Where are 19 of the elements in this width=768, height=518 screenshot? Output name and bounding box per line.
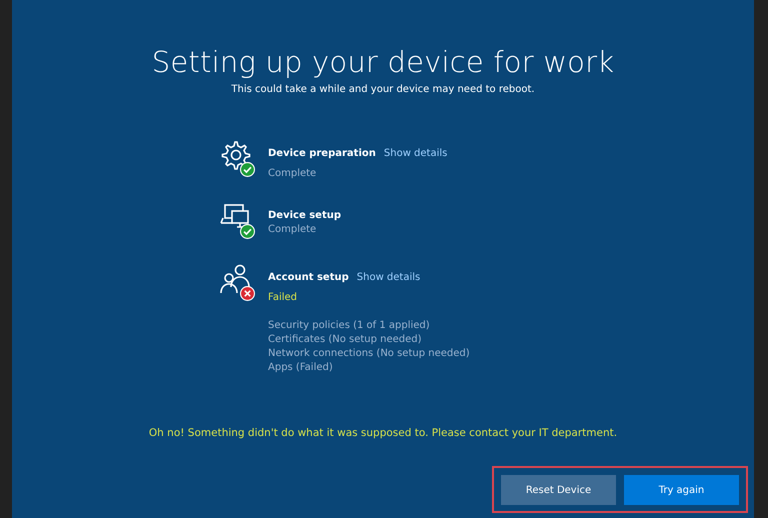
detail-item: Certificates (No setup needed) [268,333,423,347]
reset-button[interactable]: Reset Device [501,475,616,505]
show-details-link[interactable]: Show details [384,147,448,161]
people-icon [220,263,252,295]
show-details-link[interactable]: Show details [356,271,420,285]
detail-item: Security policies (1 of 1 applied) [268,319,431,333]
step-title: Device setup [268,209,342,223]
error-message: Oh no! Something didn't do what it was supposed to. Please contact your IT department. [148,427,618,439]
step-status: Failed [268,291,298,305]
step-status: Complete [268,223,318,237]
step-status: Complete [268,167,318,181]
gear-icon [220,139,252,171]
subtitle: This could take a while and your device may need to reboot. [231,84,535,95]
page-title: Setting up your device for work [152,44,614,81]
try-again-button[interactable]: Try again [624,475,739,505]
step-title: Device preparation [268,147,376,161]
step-title: Account setup [268,271,349,285]
detail-item: Apps (Failed) [268,361,334,375]
detail-item: Network connections (No setup needed) [268,347,470,361]
